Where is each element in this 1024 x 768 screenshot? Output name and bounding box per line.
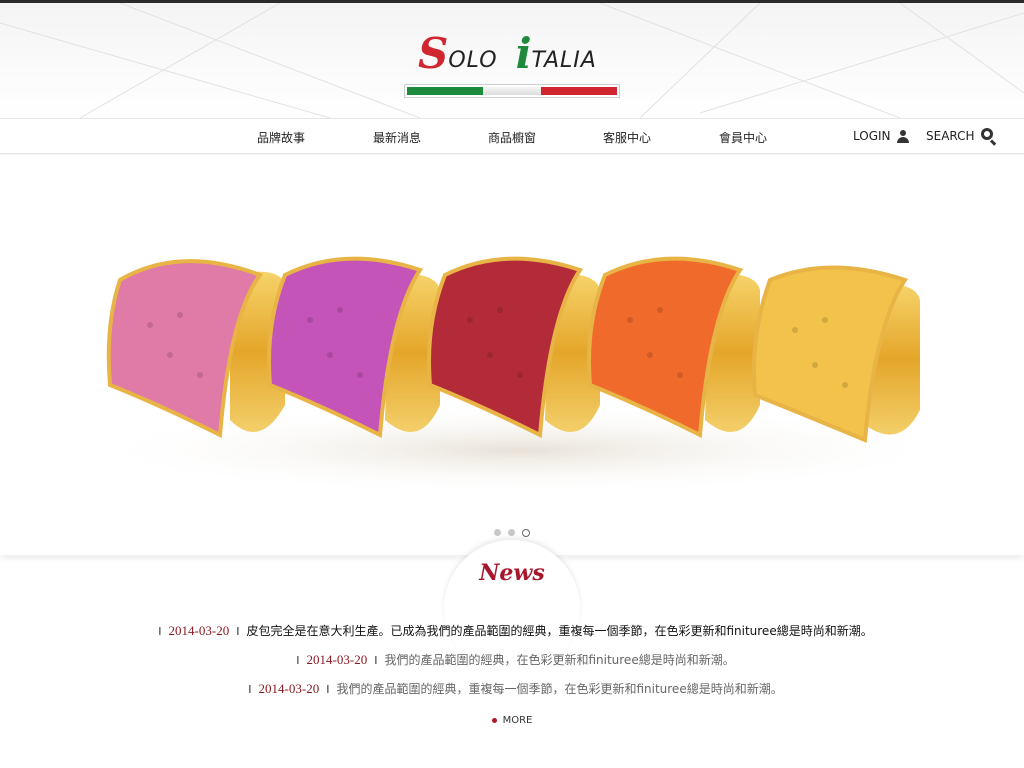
- hero-banner: [0, 155, 1024, 555]
- news-item[interactable]: I 2014-03-20 I 我們的產品範圍的經典，重複每一個季節，在色彩更新和fin…: [0, 680, 1024, 697]
- bracelet-pink: [106, 259, 285, 439]
- news-date: 2014-03-20: [168, 623, 230, 638]
- news-heading: News: [479, 560, 545, 586]
- search-label: SEARCH: [926, 129, 975, 143]
- news-item[interactable]: I 2014-03-20 I 皮包完全是在意大利生產。已成為我們的產品範圍的經典，重複…: [0, 622, 1024, 639]
- bracelets-photo: [80, 256, 960, 495]
- slider-dot-1[interactable]: [493, 529, 501, 536]
- news-date: 2014-03-20: [306, 652, 368, 667]
- login-label: LOGIN: [853, 129, 891, 143]
- slider-dot-3[interactable]: [522, 528, 531, 537]
- nav-item-products[interactable]: 商品櫥窗: [488, 129, 536, 146]
- more-link[interactable]: MORE: [0, 715, 1024, 726]
- logo[interactable]: SOLO iTALIA: [404, 29, 620, 101]
- login-button[interactable]: LOGIN: [853, 129, 909, 143]
- italian-flag-stripe: [404, 84, 620, 98]
- search-button[interactable]: SEARCH: [926, 128, 997, 146]
- slider-dots: [0, 522, 1024, 541]
- more-label: MORE: [502, 715, 533, 726]
- nav-item-latest-news[interactable]: 最新消息: [373, 129, 421, 146]
- logo-word-talia: TALIA: [531, 48, 597, 73]
- logo-letter-s: S: [418, 29, 449, 78]
- main-nav: 品牌故事 最新消息 商品櫥窗 客服中心 會員中心 LOGIN SEARCH: [0, 118, 1024, 154]
- news-date: 2014-03-20: [258, 681, 320, 696]
- logo-wordmark: SOLO iTALIA: [418, 31, 597, 79]
- nav-item-customer-service[interactable]: 客服中心: [603, 129, 651, 146]
- news-text: 皮包完全是在意大利生產。已成為我們的產品範圍的經典，重複每一個季節，在色彩更新和…: [246, 624, 873, 638]
- news-text: 我們的產品範圍的經典，重複每一個季節，在色彩更新和finituree總是時尚和新…: [336, 682, 783, 696]
- news-text: 我們的產品範圍的經典，在色彩更新和finituree總是時尚和新潮。: [384, 653, 735, 667]
- bullet-icon: [491, 717, 497, 723]
- bracelet-magenta: [267, 256, 440, 439]
- slider-dot-2[interactable]: [508, 529, 515, 536]
- nav-item-member-center[interactable]: 會員中心: [719, 129, 767, 146]
- search-icon: [980, 128, 997, 146]
- user-icon: [896, 129, 909, 143]
- nav-item-brand-story[interactable]: 品牌故事: [257, 129, 305, 146]
- news-item[interactable]: I 2014-03-20 I 我們的產品範圍的經典，在色彩更新和finituree總是…: [0, 651, 1024, 668]
- logo-letter-i: i: [515, 29, 532, 78]
- logo-word-olo: OLO: [448, 48, 498, 73]
- header: SOLO iTALIA: [0, 3, 1024, 118]
